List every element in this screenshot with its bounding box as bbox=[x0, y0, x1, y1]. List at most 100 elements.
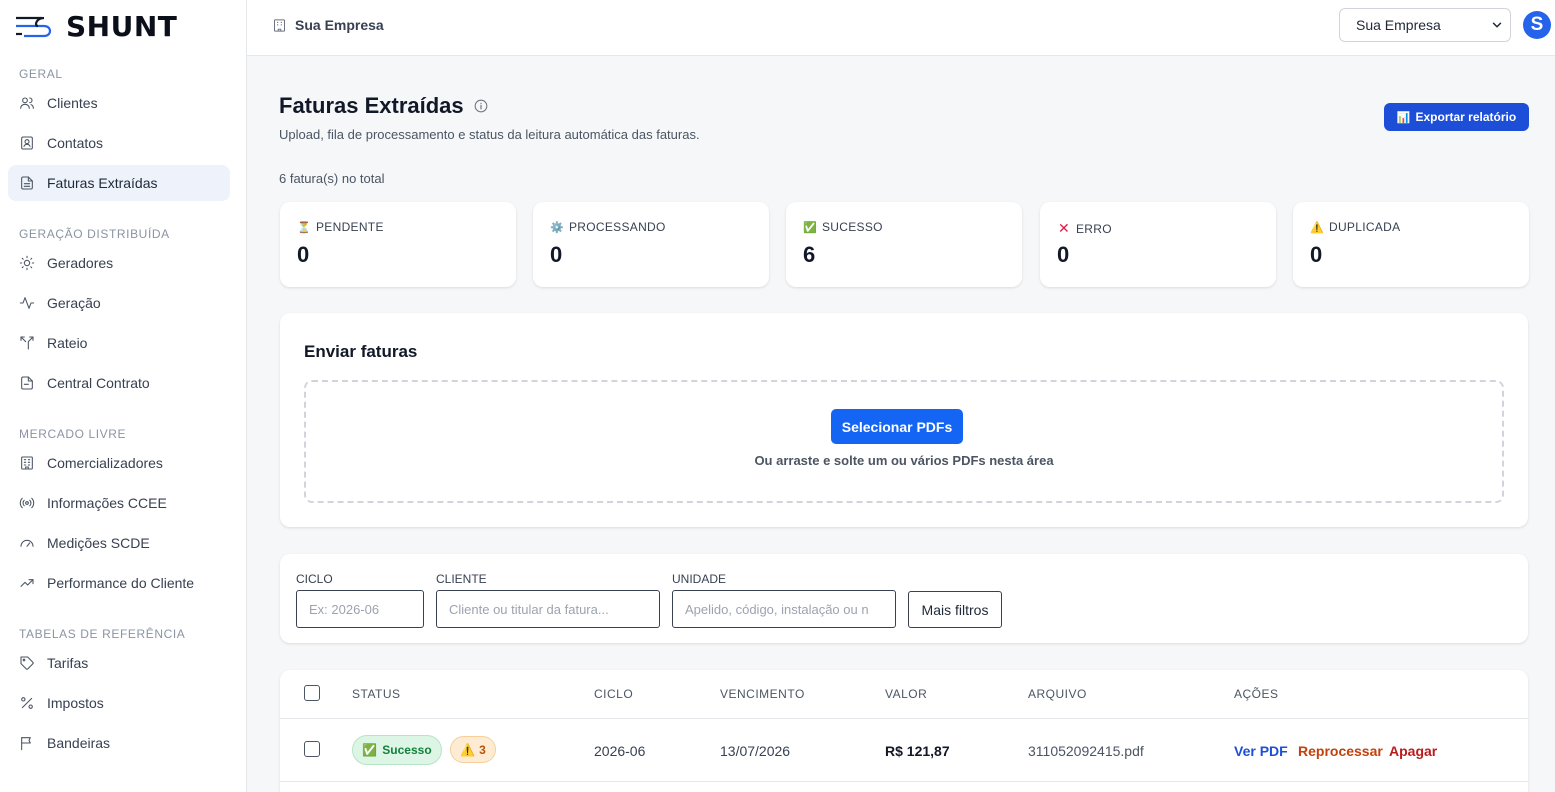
split-icon bbox=[19, 335, 35, 351]
sidebar-item-label: Informações CCEE bbox=[47, 495, 167, 511]
warnings-count: 3 bbox=[479, 742, 486, 757]
reprocess-link[interactable]: Reprocessar bbox=[1298, 743, 1383, 759]
stat-label: ERRO bbox=[1076, 221, 1112, 236]
select-pdfs-button[interactable]: Selecionar PDFs bbox=[831, 409, 963, 444]
check-icon: ✅ bbox=[362, 743, 378, 757]
gear-icon: ⚙️ bbox=[550, 221, 564, 234]
check-icon: ✅ bbox=[803, 221, 817, 234]
sidebar-item-label: Rateio bbox=[47, 335, 88, 351]
sidebar-item-tarifas[interactable]: Tarifas bbox=[8, 645, 230, 681]
activity-icon bbox=[19, 295, 35, 311]
building-icon bbox=[272, 18, 287, 33]
upload-card: Enviar faturas Selecionar PDFs Ou arrast… bbox=[280, 313, 1528, 527]
status-badge-label: Sucesso bbox=[382, 743, 432, 757]
info-icon[interactable] bbox=[474, 99, 488, 113]
sidebar-item-label: Tarifas bbox=[47, 655, 89, 671]
export-report-button[interactable]: 📊 Exportar relatório bbox=[1384, 103, 1529, 131]
stat-card-sucesso: ✅ SUCESSO 6 bbox=[786, 202, 1022, 287]
sidebar-item-informacoes-ccee[interactable]: Informações CCEE bbox=[8, 485, 230, 521]
export-report-label: Exportar relatório bbox=[1415, 110, 1517, 124]
stat-label: PROCESSANDO bbox=[569, 220, 666, 234]
stat-value: 0 bbox=[1310, 242, 1323, 267]
company-select[interactable]: Sua Empresa bbox=[1339, 8, 1511, 42]
sidebar-item-performance-do-cliente[interactable]: Performance do Cliente bbox=[8, 565, 230, 601]
cell-ciclo: 2026-06 bbox=[594, 743, 646, 759]
building-icon bbox=[19, 455, 35, 471]
sidebar-item-contatos[interactable]: Contatos bbox=[8, 125, 230, 161]
sidebar-item-bandeiras[interactable]: Bandeiras bbox=[8, 725, 230, 761]
x-icon: ✕ bbox=[1057, 220, 1071, 236]
contact-icon bbox=[19, 135, 35, 151]
sidebar-item-geracao[interactable]: Geração bbox=[8, 285, 230, 321]
sidebar-item-label: Comercializadores bbox=[47, 455, 163, 471]
total-count: 6 fatura(s) no total bbox=[279, 171, 385, 186]
warnings-badge[interactable]: ⚠️ 3 bbox=[450, 736, 496, 763]
topbar: Sua Empresa Sua Empresa S bbox=[247, 0, 1555, 56]
sidebar-item-impostos[interactable]: Impostos bbox=[8, 685, 230, 721]
more-filters-button[interactable]: Mais filtros bbox=[908, 591, 1002, 628]
sidebar-item-comercializadores[interactable]: Comercializadores bbox=[8, 445, 230, 481]
stat-card-duplicada: ⚠️ DUPLICADA 0 bbox=[1293, 202, 1529, 287]
stat-label: DUPLICADA bbox=[1329, 220, 1401, 234]
sidebar-item-label: Geração bbox=[47, 295, 101, 311]
column-header-ciclo: CICLO bbox=[594, 687, 634, 701]
filter-label-cliente: CLIENTE bbox=[436, 572, 487, 586]
company-name: Sua Empresa bbox=[295, 17, 384, 33]
filter-label-ciclo: CICLO bbox=[296, 572, 333, 586]
nav-section-geral: GERAL bbox=[19, 67, 63, 81]
cell-valor: R$ 121,87 bbox=[885, 743, 950, 759]
cell-arquivo: 311052092415.pdf bbox=[1028, 743, 1144, 759]
sidebar: SHUNT GERAL Clientes Contatos Faturas Ex… bbox=[0, 0, 247, 792]
stat-value: 6 bbox=[803, 242, 816, 267]
stat-card-processando: ⚙️ PROCESSANDO 0 bbox=[533, 202, 769, 287]
sidebar-item-central-contrato[interactable]: Central Contrato bbox=[8, 365, 230, 401]
sidebar-item-label: Performance do Cliente bbox=[47, 575, 195, 591]
nav-section-geracao-distribuida: GERAÇÃO DISTRIBUÍDA bbox=[19, 227, 170, 241]
delete-link[interactable]: Apagar bbox=[1389, 743, 1437, 759]
stat-label: SUCESSO bbox=[822, 220, 883, 234]
ciclo-input[interactable]: Ex: 2026-06 bbox=[296, 590, 424, 628]
logo[interactable]: SHUNT bbox=[14, 10, 177, 43]
tag-icon bbox=[19, 655, 35, 671]
sidebar-item-label: Geradores bbox=[47, 255, 114, 271]
filters-card: CICLO Ex: 2026-06 CLIENTE Cliente ou tit… bbox=[280, 554, 1528, 643]
warning-icon: ⚠️ bbox=[460, 742, 476, 757]
company-breadcrumb: Sua Empresa bbox=[272, 17, 384, 33]
stat-card-pendente: ⏳ PENDENTE 0 bbox=[280, 202, 516, 287]
users-icon bbox=[19, 95, 35, 111]
chevron-down-icon bbox=[1492, 22, 1502, 28]
sun-icon bbox=[19, 255, 35, 271]
sidebar-item-label: Medições SCDE bbox=[47, 535, 150, 551]
avatar[interactable]: S bbox=[1523, 11, 1551, 39]
dropzone-hint: Ou arraste e solte um ou vários PDFs nes… bbox=[754, 453, 1054, 468]
chart-icon: 📊 bbox=[1396, 111, 1411, 124]
pdf-dropzone[interactable]: Selecionar PDFs Ou arraste e solte um ou… bbox=[304, 380, 1504, 503]
sidebar-item-faturas-extraidas[interactable]: Faturas Extraídas bbox=[8, 165, 230, 201]
sidebar-item-label: Faturas Extraídas bbox=[47, 175, 158, 191]
view-pdf-link[interactable]: Ver PDF bbox=[1234, 743, 1288, 759]
stat-value: 0 bbox=[297, 242, 310, 267]
percent-icon bbox=[19, 695, 35, 711]
sidebar-item-clientes[interactable]: Clientes bbox=[8, 85, 230, 121]
header-divider bbox=[280, 718, 1528, 719]
flag-icon bbox=[19, 735, 35, 751]
upload-title: Enviar faturas bbox=[304, 342, 418, 361]
page-subtitle: Upload, fila de processamento e status d… bbox=[279, 127, 700, 142]
warning-icon: ⚠️ bbox=[1310, 221, 1324, 234]
logo-mark-icon bbox=[16, 16, 52, 38]
stat-value: 0 bbox=[1057, 242, 1070, 267]
sidebar-item-label: Impostos bbox=[47, 695, 104, 711]
sidebar-item-rateio[interactable]: Rateio bbox=[8, 325, 230, 361]
row-checkbox[interactable] bbox=[304, 741, 320, 757]
unidade-input[interactable]: Apelido, código, instalação ou n bbox=[672, 590, 896, 628]
sidebar-item-geradores[interactable]: Geradores bbox=[8, 245, 230, 281]
file-icon bbox=[19, 375, 35, 391]
column-header-valor: VALOR bbox=[885, 687, 928, 701]
select-all-checkbox[interactable] bbox=[304, 685, 320, 701]
hourglass-icon: ⏳ bbox=[297, 221, 311, 234]
cliente-input[interactable]: Cliente ou titular da fatura... bbox=[436, 590, 660, 628]
nav-section-mercado-livre: MERCADO LIVRE bbox=[19, 427, 127, 441]
sidebar-item-medicoes-scde[interactable]: Medições SCDE bbox=[8, 525, 230, 561]
column-header-arquivo: ARQUIVO bbox=[1028, 687, 1087, 701]
trending-icon bbox=[19, 575, 35, 591]
